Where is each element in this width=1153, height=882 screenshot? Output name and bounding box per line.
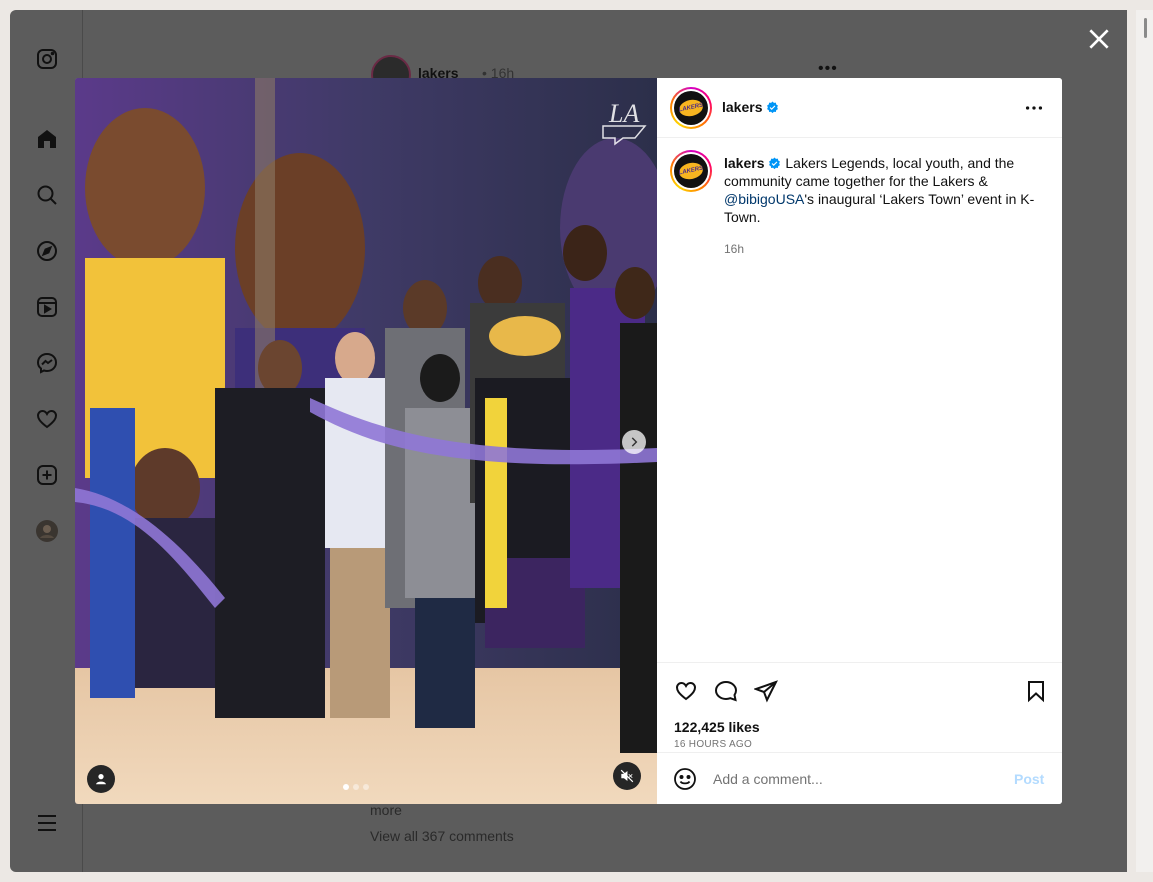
mute-button[interactable] [613, 762, 641, 790]
send-icon [753, 680, 778, 703]
caption-timestamp[interactable]: 16h [724, 242, 744, 256]
post-caption: lakers Lakers Legends, local youth, and … [724, 154, 1044, 226]
save-button[interactable] [1024, 679, 1050, 705]
post-modal: LA LAKERS lakers LAKERS lakers Lakers Le… [75, 78, 1062, 804]
heart-icon [675, 681, 697, 701]
carousel-dot [343, 784, 349, 790]
user-tag-icon [96, 774, 106, 785]
share-button[interactable] [753, 679, 780, 705]
carousel-dot [363, 784, 369, 790]
carousel-indicator [343, 784, 369, 790]
header-username-row: lakers [722, 99, 779, 115]
la-watermark: LA [608, 99, 639, 128]
post-video-frame: LA [75, 78, 657, 804]
home-icon[interactable] [34, 126, 60, 152]
caption-username[interactable]: lakers [724, 155, 764, 171]
reels-icon[interactable] [34, 294, 60, 320]
post-age: 16 HOURS AGO [674, 739, 753, 750]
menu-icon[interactable] [34, 810, 60, 836]
more-options-button[interactable] [1023, 97, 1045, 119]
tagged-users-button[interactable] [87, 765, 115, 793]
comment-button[interactable] [714, 679, 740, 705]
instagram-icon[interactable] [34, 46, 60, 72]
left-nav [10, 10, 83, 872]
heart-icon[interactable] [34, 406, 60, 432]
comment-bar: Post [657, 752, 1062, 804]
post-media[interactable]: LA [75, 78, 657, 804]
post-header: LAKERS lakers [657, 78, 1062, 138]
caption-mention-link[interactable]: @bibigoUSA [724, 191, 804, 207]
profile-avatar[interactable] [34, 518, 60, 544]
chevron-right-icon [631, 437, 638, 447]
author-avatar[interactable]: LAKERS [670, 87, 712, 129]
close-modal-button[interactable] [1086, 26, 1112, 52]
emoji-button[interactable] [673, 767, 699, 793]
post-comment-button[interactable]: Post [1014, 771, 1044, 787]
post-sidebar: LAKERS lakers LAKERS lakers Lakers Legen… [657, 78, 1062, 804]
feed-view-comments: View all 367 comments [370, 828, 514, 844]
close-icon [1089, 29, 1109, 49]
messenger-icon[interactable] [34, 350, 60, 376]
caption-avatar[interactable]: LAKERS [670, 150, 712, 192]
comment-input[interactable] [713, 769, 993, 789]
verified-badge-icon [767, 101, 779, 114]
post-actions: 122,425 likes 16 HOURS AGO [657, 662, 1062, 752]
bookmark-icon [1028, 681, 1044, 703]
likes-count[interactable]: 122,425 likes [674, 719, 760, 735]
like-button[interactable] [674, 679, 700, 705]
carousel-next-button[interactable] [622, 430, 646, 454]
verified-badge-icon [769, 157, 781, 170]
ellipsis-icon [1025, 106, 1043, 110]
muted-speaker-icon [620, 769, 634, 783]
carousel-dot [353, 784, 359, 790]
feed-caption-more: more [370, 802, 402, 818]
search-icon[interactable] [34, 182, 60, 208]
explore-icon[interactable] [34, 238, 60, 264]
page-viewport: lakers • 16h ••• more View all 367 comme… [10, 10, 1127, 872]
feed-post-more-icon: ••• [818, 60, 838, 77]
browser-frame: lakers • 16h ••• more View all 367 comme… [0, 0, 1153, 882]
header-username[interactable]: lakers [722, 99, 762, 115]
scrollbar-thumb[interactable] [1144, 18, 1147, 38]
smiley-icon [674, 768, 696, 790]
comment-icon [714, 680, 738, 702]
create-icon[interactable] [34, 462, 60, 488]
scrollbar[interactable] [1136, 10, 1153, 872]
